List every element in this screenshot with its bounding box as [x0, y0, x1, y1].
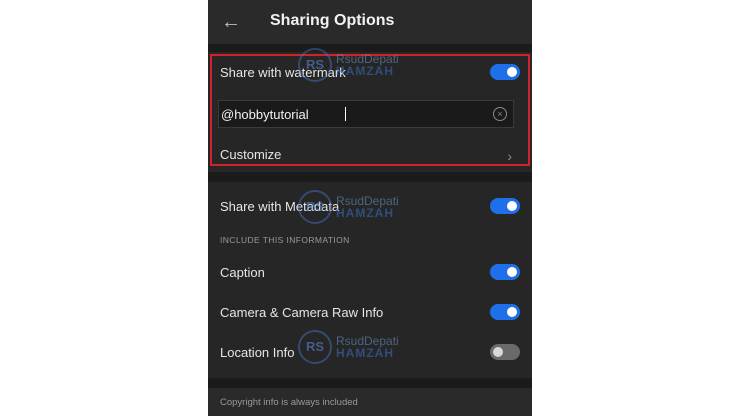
share-metadata-toggle[interactable] [490, 198, 520, 214]
section-divider [208, 378, 532, 388]
toggle-knob [507, 307, 517, 317]
copyright-note: Copyright info is always included [220, 397, 358, 408]
text-caret [345, 107, 346, 121]
section-divider [208, 44, 532, 52]
location-info-toggle[interactable] [490, 344, 520, 360]
toggle-knob [493, 347, 503, 357]
share-watermark-label: Share with watermark [220, 65, 346, 80]
share-metadata-label: Share with Metadata [220, 199, 340, 214]
camera-raw-info-toggle[interactable] [490, 304, 520, 320]
caption-label: Caption [220, 265, 265, 280]
chevron-right-icon[interactable]: › [507, 148, 512, 164]
toggle-knob [507, 201, 517, 211]
watermark-text-input[interactable] [221, 105, 481, 123]
clear-icon[interactable]: × [493, 107, 507, 121]
app-screen: ← Sharing Options Share with watermark ×… [208, 0, 532, 416]
page-title: Sharing Options [270, 12, 395, 29]
toggle-knob [507, 67, 517, 77]
top-bar: ← Sharing Options [208, 0, 532, 44]
customize-label[interactable]: Customize [220, 147, 281, 162]
section-divider [208, 172, 532, 182]
include-info-heading: INCLUDE THIS INFORMATION [220, 235, 350, 245]
camera-raw-info-label: Camera & Camera Raw Info [220, 305, 384, 320]
watermark-text-field[interactable]: × [218, 100, 514, 128]
location-info-label: Location Info [220, 345, 295, 360]
arrow-left-icon[interactable]: ← [220, 11, 242, 33]
toggle-knob [507, 267, 517, 277]
share-watermark-toggle[interactable] [490, 64, 520, 80]
caption-toggle[interactable] [490, 264, 520, 280]
